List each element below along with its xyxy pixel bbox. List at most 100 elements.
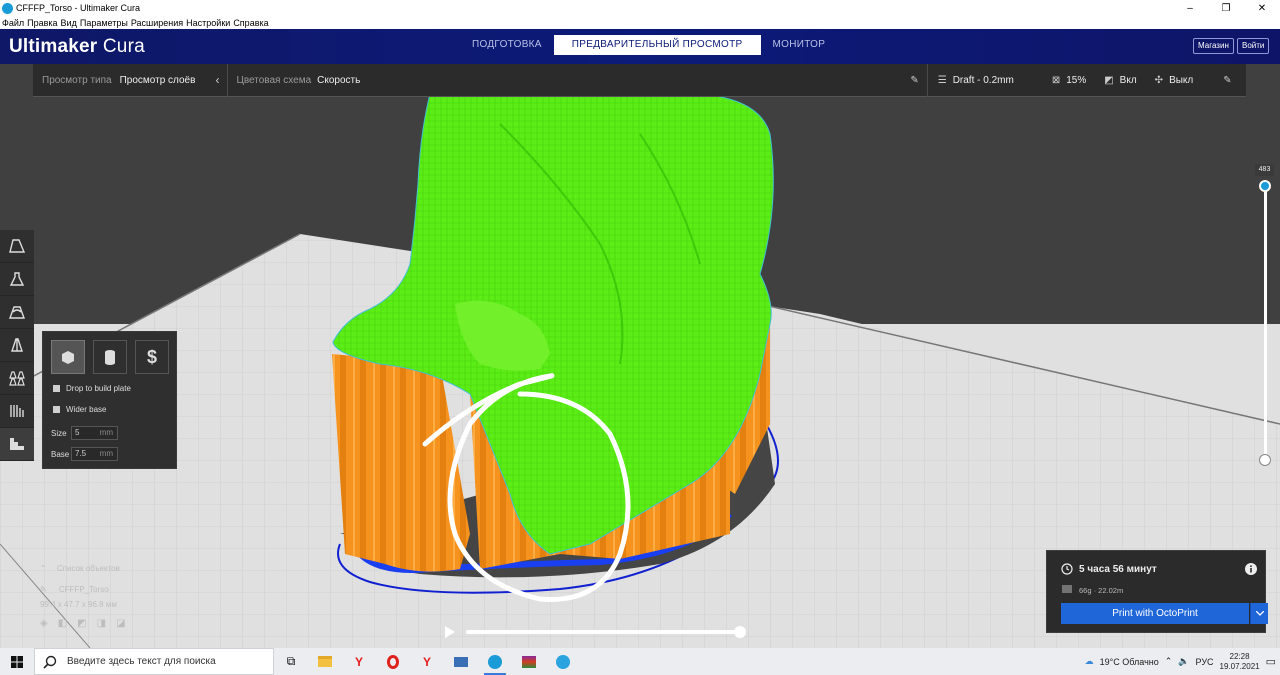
language-indicator[interactable]: РУС — [1196, 657, 1214, 667]
base-input[interactable]: 7.5 mm — [71, 447, 118, 461]
edit-view-pencil-icon[interactable]: ✎ — [910, 75, 918, 86]
custom-support-dollar-icon[interactable]: $ — [135, 340, 169, 374]
base-field: Base 7.5 mm — [51, 447, 118, 461]
menu-help[interactable]: Справка — [233, 18, 268, 28]
brand-name: Ultimaker — [9, 35, 98, 57]
yandex-browser-icon[interactable]: Y — [342, 648, 376, 675]
support-icon: ◩ — [1104, 74, 1114, 86]
support-value[interactable]: Вкл — [1120, 75, 1137, 86]
tray-chevron-icon[interactable]: ⌃ — [1165, 656, 1173, 667]
clock[interactable]: 22:28 19.07.2021 — [1220, 652, 1260, 672]
size-label: Size — [51, 428, 67, 438]
menu-preferences[interactable]: Настройки — [186, 18, 230, 28]
marketplace-button[interactable]: Магазин — [1193, 38, 1234, 54]
infill-value[interactable]: 15% — [1066, 75, 1086, 86]
opera-icon[interactable] — [376, 648, 410, 675]
path-slider-handle[interactable] — [734, 626, 746, 638]
support-blocker-icon[interactable] — [0, 395, 34, 428]
view-3d-icon[interactable]: ◈ — [40, 618, 48, 629]
maximize-button[interactable]: ❐ — [1208, 0, 1244, 16]
adhesion-value[interactable]: Выкл — [1169, 75, 1193, 86]
layer-slider-lower-handle[interactable] — [1259, 454, 1271, 466]
tab-prepare[interactable]: ПОДГОТОВКА — [460, 35, 554, 55]
size-input[interactable]: 5 mm — [71, 426, 118, 440]
collapse-chevron-icon[interactable]: ‹ — [215, 73, 219, 87]
profile-icon: ☰ — [937, 74, 947, 86]
filament-icon — [1062, 585, 1072, 593]
tree-support-icon[interactable] — [0, 428, 34, 461]
color-scheme-label: Цветовая схема — [236, 74, 312, 86]
rotate-tool-icon[interactable] — [0, 296, 34, 329]
task-view-icon[interactable]: ⧉ — [274, 648, 308, 675]
window-title: CFFFP_Torso - Ultimaker Cura — [16, 3, 141, 13]
profile-value[interactable]: Draft - 0.2mm — [953, 75, 1014, 86]
wider-base-checkbox[interactable]: Wider base — [53, 405, 106, 414]
layer-slider-track[interactable] — [1264, 186, 1267, 462]
view-front-icon[interactable]: ◧ — [58, 618, 67, 629]
layer-slider-upper-handle[interactable] — [1259, 180, 1271, 192]
object-row[interactable]: ✎ CFFFP_Torso — [40, 585, 126, 594]
view-type-select[interactable]: Просмотр слоёв — [120, 75, 196, 86]
file-explorer-icon[interactable] — [308, 648, 342, 675]
windows-logo-icon — [11, 655, 23, 668]
camera-view-buttons: ◈ ◧ ◩ ◨ ◪ — [40, 618, 126, 629]
scale-tool-icon[interactable] — [0, 263, 34, 296]
weather-icon: ☁ — [1084, 656, 1094, 666]
menu-extensions[interactable]: Расширения — [131, 18, 183, 28]
size-unit: mm — [99, 428, 113, 437]
drop-to-build-plate-checkbox[interactable]: Drop to build plate — [53, 384, 131, 393]
tab-preview[interactable]: ПРЕДВАРИТЕЛЬНЫЙ ПРОСМОТР — [553, 35, 761, 55]
window-titlebar: CFFFP_Torso - Ultimaker Cura – ❐ ✕ — [0, 0, 1280, 16]
print-options-dropdown[interactable] — [1250, 603, 1268, 624]
base-value: 7.5 — [75, 449, 87, 458]
print-with-octoprint-button[interactable]: Print with OctoPrint — [1061, 603, 1249, 624]
telegram-icon[interactable] — [546, 648, 580, 675]
divider — [926, 64, 928, 97]
base-label: Base — [51, 449, 70, 459]
cura-taskbar-icon[interactable] — [478, 648, 512, 675]
menu-settings[interactable]: Параметры — [80, 18, 128, 28]
info-icon[interactable] — [1245, 563, 1257, 575]
view-type-label: Просмотр типа — [42, 74, 112, 86]
checkbox-box[interactable] — [53, 385, 60, 392]
play-icon[interactable] — [445, 626, 455, 638]
menu-file[interactable]: Файл — [2, 18, 24, 28]
size-value: 5 — [75, 428, 80, 437]
view-left-icon[interactable]: ◨ — [97, 618, 106, 629]
base-unit: mm — [99, 449, 113, 458]
view-right-icon[interactable]: ◪ — [116, 618, 125, 629]
per-model-settings-icon[interactable] — [0, 362, 34, 395]
weather-text[interactable]: 19°C Облачно — [1100, 657, 1159, 667]
tab-monitor[interactable]: МОНИТОР — [761, 35, 838, 55]
tool-strip — [0, 230, 34, 461]
move-tool-icon[interactable] — [0, 230, 34, 263]
search-icon — [43, 655, 57, 669]
print-info-panel: 5 часа 56 минут 66g · 22.02m Print with … — [1046, 550, 1268, 633]
yandex-icon[interactable]: Y — [410, 648, 444, 675]
color-scheme-select[interactable]: Скорость — [317, 75, 360, 86]
close-button[interactable]: ✕ — [1244, 0, 1280, 16]
start-button[interactable] — [0, 648, 34, 675]
signin-button[interactable]: Войти — [1237, 38, 1270, 54]
notifications-icon[interactable]: ▭ — [1266, 655, 1276, 668]
menu-edit[interactable]: Правка — [27, 18, 57, 28]
network-app-icon[interactable] — [444, 648, 478, 675]
menu-view[interactable]: Вид — [61, 18, 77, 28]
system-tray: ☁ 19°C Облачно ⌃ 🔈 РУС 22:28 19.07.2021 … — [1085, 648, 1276, 675]
cube-support-button[interactable] — [51, 340, 85, 374]
mirror-tool-icon[interactable] — [0, 329, 34, 362]
path-slider-track[interactable] — [466, 630, 740, 634]
view-top-icon[interactable]: ◩ — [77, 618, 86, 629]
chevron-up-icon: ⌃ — [40, 564, 47, 573]
3d-viewport[interactable]: Просмотр типа Просмотр слоёв ‹ Цветовая … — [0, 64, 1280, 648]
objects-list-toggle[interactable]: ⌃ Список объектов — [40, 564, 126, 573]
volume-icon[interactable]: 🔈 — [1178, 656, 1189, 667]
edit-settings-pencil-icon[interactable]: ✎ — [1223, 75, 1231, 86]
minimize-button[interactable]: – — [1172, 0, 1208, 16]
layer-number[interactable]: 483 — [1255, 164, 1274, 176]
winrar-icon[interactable] — [512, 648, 546, 675]
taskbar-search-box[interactable]: Введите здесь текст для поиска — [34, 648, 274, 675]
clock-time: 22:28 — [1229, 651, 1250, 661]
cylinder-support-button[interactable] — [93, 340, 127, 374]
checkbox-box[interactable] — [53, 406, 60, 413]
